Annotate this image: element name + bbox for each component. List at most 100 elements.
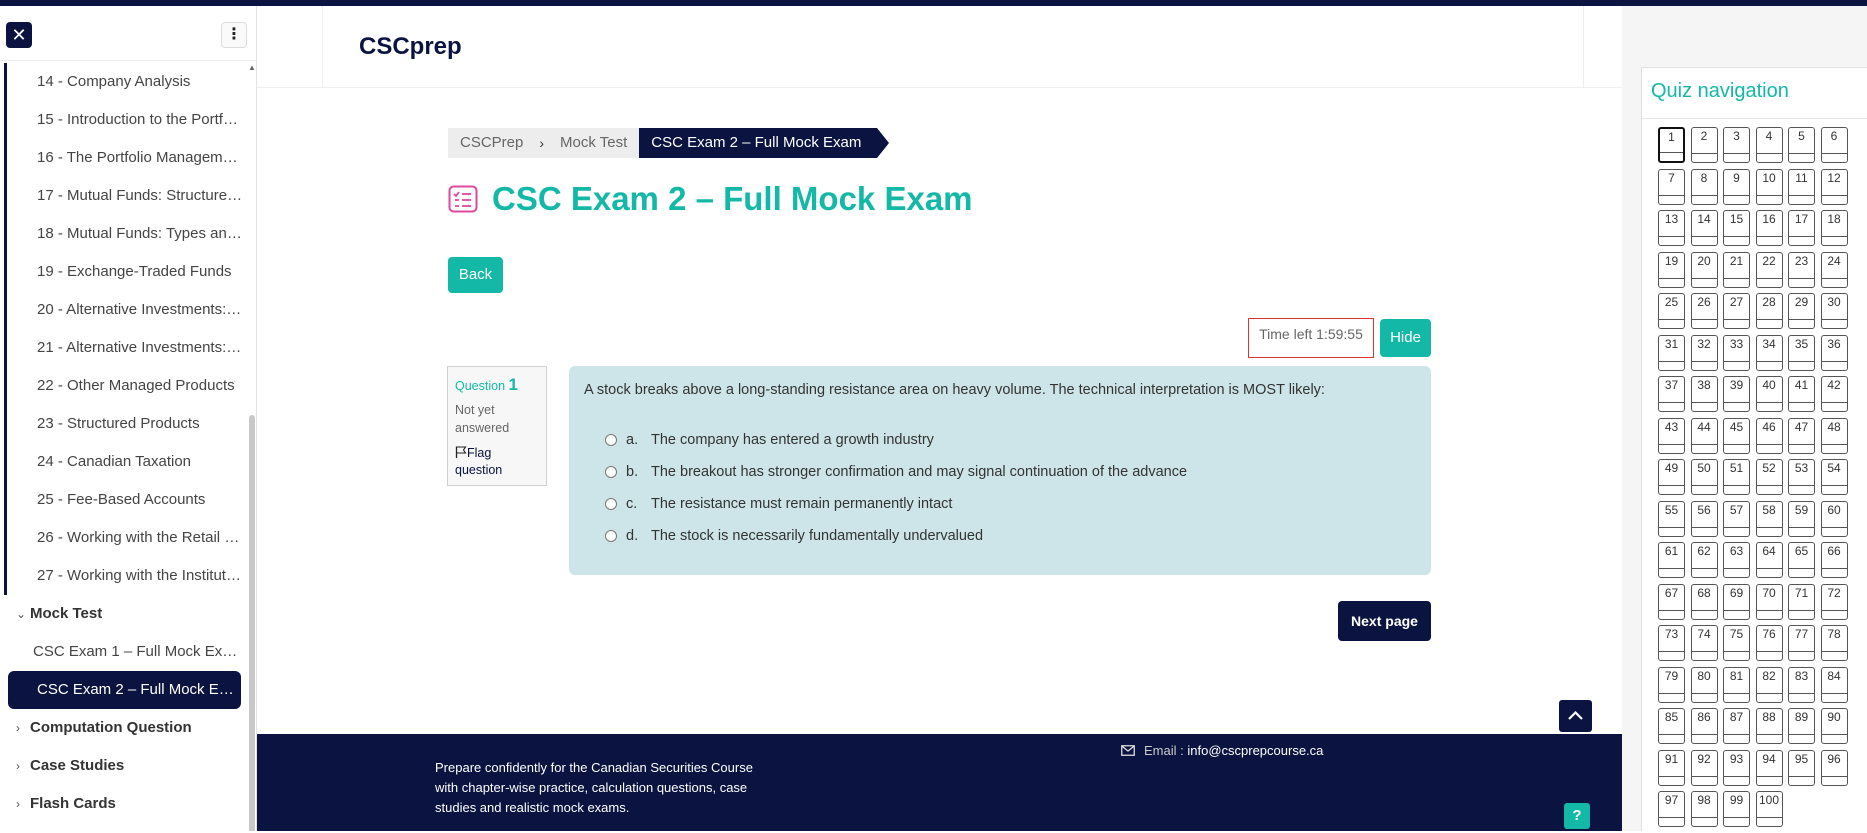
quiz-nav-question-button[interactable]: 52 [1755, 459, 1783, 495]
quiz-nav-question-button[interactable]: 33 [1723, 334, 1750, 371]
quiz-nav-question-button[interactable]: 79 [1658, 666, 1685, 703]
quiz-nav-question-button[interactable]: 73 [1658, 625, 1685, 661]
quiz-nav-question-button[interactable]: 11 [1788, 168, 1815, 205]
quiz-nav-question-button[interactable]: 67 [1658, 583, 1685, 620]
quiz-nav-question-button[interactable]: 45 [1723, 417, 1750, 454]
quiz-nav-question-button[interactable]: 2 [1690, 127, 1718, 163]
quiz-nav-question-button[interactable]: 69 [1723, 583, 1750, 620]
quiz-nav-question-button[interactable]: 12 [1820, 168, 1848, 205]
quiz-nav-question-button[interactable]: 34 [1755, 334, 1783, 371]
quiz-nav-question-button[interactable]: 62 [1690, 542, 1718, 578]
quiz-nav-question-button[interactable]: 29 [1788, 293, 1815, 329]
quiz-nav-question-button[interactable]: 39 [1723, 376, 1750, 412]
quiz-nav-question-button[interactable]: 36 [1820, 334, 1848, 371]
quiz-nav-question-button[interactable]: 90 [1820, 708, 1848, 744]
answer-radio[interactable] [605, 434, 617, 446]
sidebar-item-chapter[interactable]: 16 - The Portfolio Management Process [7, 139, 244, 177]
help-button[interactable]: ? [1564, 803, 1590, 829]
quiz-nav-question-button[interactable]: 78 [1820, 625, 1848, 661]
back-button[interactable]: Back [448, 257, 503, 293]
quiz-nav-question-button[interactable]: 57 [1723, 500, 1750, 537]
sidebar-item-chapter[interactable]: 14 - Company Analysis [7, 63, 244, 101]
quiz-nav-question-button[interactable]: 65 [1788, 542, 1815, 578]
quiz-nav-question-button[interactable]: 63 [1723, 542, 1750, 578]
answer-radio[interactable] [605, 466, 617, 478]
sidebar-item-mock-exam-2[interactable]: CSC Exam 2 – Full Mock Exam [8, 671, 241, 709]
close-sidebar-button[interactable]: ✕ [6, 22, 32, 48]
quiz-nav-question-button[interactable]: 58 [1755, 500, 1783, 537]
quiz-nav-question-button[interactable]: 41 [1788, 376, 1815, 412]
quiz-nav-question-button[interactable]: 66 [1820, 542, 1848, 578]
sidebar-item-chapter[interactable]: 21 - Alternative Investments: Other [7, 329, 244, 367]
quiz-nav-question-button[interactable]: 98 [1690, 791, 1718, 827]
sidebar-item-chapter[interactable]: 15 - Introduction to the Portfolio Appro… [7, 101, 244, 139]
breadcrumb-home-link[interactable]: CSCPrep [448, 128, 536, 158]
quiz-nav-question-button[interactable]: 26 [1690, 293, 1718, 329]
quiz-nav-question-button[interactable]: 44 [1690, 417, 1718, 454]
quiz-nav-question-button[interactable]: 93 [1723, 749, 1750, 786]
sidebar-item-chapter[interactable]: 23 - Structured Products [7, 405, 244, 443]
flag-question-link[interactable]: Flag question [455, 445, 539, 479]
quiz-nav-question-button[interactable]: 30 [1820, 293, 1848, 329]
quiz-nav-question-button[interactable]: 76 [1755, 625, 1783, 661]
quiz-nav-question-button[interactable]: 18 [1820, 210, 1848, 246]
quiz-nav-question-button[interactable]: 68 [1690, 583, 1718, 620]
sidebar-section-case-studies[interactable]: › Case Studies [0, 747, 250, 785]
quiz-nav-question-button[interactable]: 42 [1820, 376, 1848, 412]
quiz-nav-question-button[interactable]: 4 [1755, 127, 1783, 163]
quiz-nav-question-button[interactable]: 37 [1658, 376, 1685, 412]
quiz-nav-question-button[interactable]: 81 [1723, 666, 1750, 703]
sidebar-section-computation-question[interactable]: › Computation Question [0, 709, 250, 747]
quiz-nav-question-button[interactable]: 85 [1658, 708, 1685, 744]
quiz-nav-question-button[interactable]: 84 [1820, 666, 1848, 703]
quiz-nav-question-button[interactable]: 94 [1755, 749, 1783, 786]
quiz-nav-question-button[interactable]: 82 [1755, 666, 1783, 703]
quiz-nav-question-button[interactable]: 24 [1820, 251, 1848, 288]
quiz-nav-question-button[interactable]: 70 [1755, 583, 1783, 620]
quiz-nav-question-button[interactable]: 38 [1690, 376, 1718, 412]
quiz-nav-question-button[interactable]: 95 [1788, 749, 1815, 786]
quiz-nav-question-button[interactable]: 86 [1690, 708, 1718, 744]
quiz-nav-question-button[interactable]: 43 [1658, 417, 1685, 454]
quiz-nav-question-button[interactable]: 40 [1755, 376, 1783, 412]
back-to-top-button[interactable] [1559, 700, 1592, 732]
quiz-nav-question-button[interactable]: 60 [1820, 500, 1848, 537]
sidebar-item-chapter[interactable]: 19 - Exchange-Traded Funds [7, 253, 244, 291]
quiz-nav-question-button[interactable]: 91 [1658, 749, 1685, 786]
quiz-nav-question-button[interactable]: 99 [1723, 791, 1750, 827]
quiz-nav-question-button[interactable]: 7 [1658, 168, 1685, 205]
quiz-nav-question-button[interactable]: 1 [1658, 127, 1685, 163]
sidebar-section-mock-test[interactable]: ⌄ Mock Test [0, 595, 250, 633]
sidebar-menu-button[interactable]: ⋮ [221, 22, 247, 48]
sidebar-scrollbar[interactable]: ▲ [248, 63, 256, 831]
quiz-nav-question-button[interactable]: 50 [1690, 459, 1718, 495]
next-page-button[interactable]: Next page [1338, 601, 1431, 641]
quiz-nav-question-button[interactable]: 97 [1658, 791, 1685, 827]
quiz-nav-question-button[interactable]: 28 [1755, 293, 1783, 329]
quiz-nav-question-button[interactable]: 54 [1820, 459, 1848, 495]
answer-option[interactable]: c. The resistance must remain permanently… [584, 488, 1416, 520]
hide-timer-button[interactable]: Hide [1380, 319, 1431, 357]
answer-option[interactable]: d. The stock is necessarily fundamentally… [584, 520, 1416, 552]
quiz-nav-question-button[interactable]: 75 [1723, 625, 1750, 661]
quiz-nav-question-button[interactable]: 21 [1723, 251, 1750, 288]
quiz-nav-question-button[interactable]: 31 [1658, 334, 1685, 371]
quiz-nav-question-button[interactable]: 10 [1755, 168, 1783, 205]
sidebar-item-mock-exam-1[interactable]: CSC Exam 1 – Full Mock Exam [0, 633, 240, 671]
quiz-nav-question-button[interactable]: 83 [1788, 666, 1815, 703]
quiz-nav-question-button[interactable]: 56 [1690, 500, 1718, 537]
quiz-nav-question-button[interactable]: 35 [1788, 334, 1815, 371]
quiz-nav-question-button[interactable]: 20 [1690, 251, 1718, 288]
quiz-nav-question-button[interactable]: 23 [1788, 251, 1815, 288]
quiz-nav-question-button[interactable]: 3 [1723, 127, 1750, 163]
quiz-nav-question-button[interactable]: 14 [1690, 210, 1718, 246]
sidebar-section-flash-cards[interactable]: › Flash Cards [0, 785, 250, 823]
sidebar-item-chapter[interactable]: 17 - Mutual Funds: Structure and Regulat… [7, 177, 244, 215]
quiz-nav-question-button[interactable]: 71 [1788, 583, 1815, 620]
quiz-nav-question-button[interactable]: 17 [1788, 210, 1815, 246]
quiz-nav-question-button[interactable]: 80 [1690, 666, 1718, 703]
sidebar-item-chapter[interactable]: 25 - Fee-Based Accounts [7, 481, 244, 519]
sidebar-item-chapter[interactable]: 27 - Working with the Institutional Clie… [7, 557, 244, 595]
answer-radio[interactable] [605, 498, 617, 510]
quiz-nav-question-button[interactable]: 49 [1658, 459, 1685, 495]
